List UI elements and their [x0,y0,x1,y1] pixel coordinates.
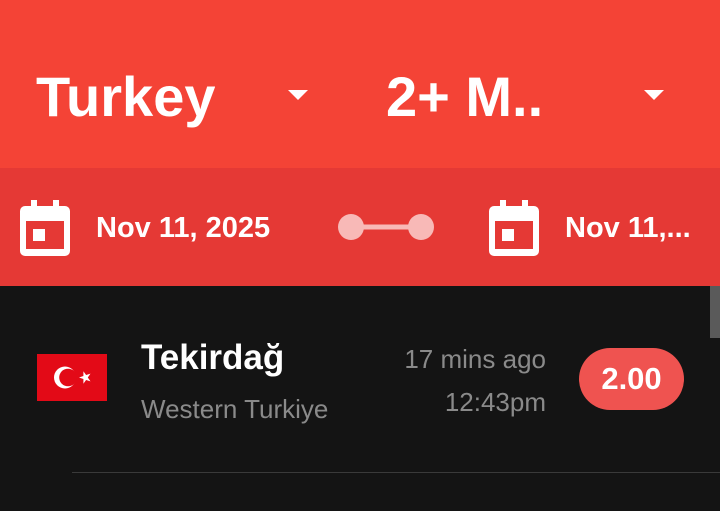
quake-place: Tekirdağ [141,338,285,377]
quake-time: 12:43pm [444,387,546,417]
earthquake-list: Tekirdağ Western Turkiye 17 mins ago 12:… [0,286,720,511]
chevron-down-icon [288,90,308,100]
quake-time-ago: 17 mins ago [404,344,546,374]
magnitude-badge: 2.00 [579,348,684,410]
quake-region: Western Turkiye [141,394,329,424]
list-item[interactable]: Tekirdağ Western Turkiye 17 mins ago 12:… [0,286,720,473]
calendar-icon [20,200,70,256]
turkey-flag-icon [37,354,107,401]
calendar-icon [489,200,539,256]
magnitude-dropdown[interactable]: 2+ M.. [386,60,676,132]
country-dropdown-label: Turkey [36,64,216,128]
range-slider-icon [338,214,434,240]
row-divider [72,472,720,473]
start-date-picker[interactable]: Nov 11, 2025 [20,200,270,256]
end-date-label: Nov 11,... [565,211,691,244]
country-dropdown[interactable]: Turkey [36,60,326,132]
chevron-down-icon [644,90,664,100]
start-date-label: Nov 11, 2025 [96,211,271,244]
end-date-picker[interactable]: Nov 11,... [489,200,691,256]
app-root: Turkey 2+ M.. Nov 11, 2025 Nov 11,... Te… [0,0,720,511]
magnitude-dropdown-label: 2+ M.. [386,64,544,128]
top-bar: Turkey 2+ M.. [0,0,720,168]
date-range-bar: Nov 11, 2025 Nov 11,... [0,168,720,286]
